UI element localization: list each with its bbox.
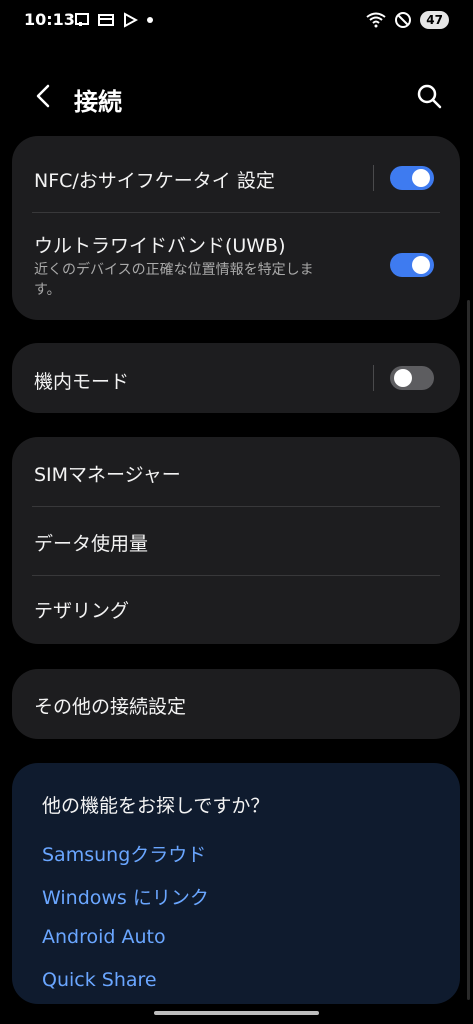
- wifi-icon: [366, 12, 386, 28]
- data-usage-row[interactable]: データ使用量: [12, 507, 460, 575]
- link-samsung-cloud[interactable]: Samsungクラウド: [42, 840, 206, 867]
- uwb-toggle[interactable]: [390, 253, 434, 277]
- airplane-mode-label: 機内モード: [34, 371, 130, 393]
- notification-app-icon: [75, 13, 89, 26]
- search-icon[interactable]: [415, 82, 443, 110]
- status-time: 10:13: [24, 10, 75, 29]
- data-usage-label: データ使用量: [34, 533, 149, 555]
- airplane-mode-toggle[interactable]: [390, 366, 434, 390]
- scrollbar[interactable]: [467, 300, 470, 1000]
- toggle-knob: [412, 169, 430, 187]
- link-quick-share[interactable]: Quick Share: [42, 969, 157, 991]
- home-indicator[interactable]: [154, 1011, 319, 1015]
- settings-group-nfc-uwb: NFC/おサイフケータイ 設定 ウルトラワイドバンド(UWB) 近くのデバイスの…: [12, 136, 460, 320]
- status-bar: 10:13 47: [0, 0, 473, 44]
- toggle-separator: [373, 365, 374, 391]
- sim-manager-row[interactable]: SIMマネージャー: [12, 437, 460, 506]
- tethering-label: テザリング: [34, 600, 130, 622]
- airplane-mode-row[interactable]: 機内モード: [12, 343, 460, 413]
- notification-dot-icon: [147, 17, 153, 23]
- mute-icon: [395, 12, 412, 28]
- uwb-setting-row[interactable]: ウルトラワイドバンド(UWB) 近くのデバイスの正確な位置情報を特定します。: [12, 213, 460, 320]
- app-bar: 接続: [0, 70, 473, 126]
- suggestions-title: 他の機能をお探しですか？: [42, 795, 270, 817]
- nfc-setting-row[interactable]: NFC/おサイフケータイ 設定: [12, 136, 460, 212]
- suggestions-card: 他の機能をお探しですか？ Samsungクラウド Windows にリンク An…: [12, 763, 460, 1004]
- other-connection-settings-label: その他の接続設定: [34, 696, 187, 718]
- battery-indicator: 47: [420, 11, 449, 29]
- uwb-description: 近くのデバイスの正確な位置情報を特定します。: [34, 262, 314, 298]
- toggle-separator: [373, 165, 374, 191]
- link-android-auto[interactable]: Android Auto: [42, 926, 166, 948]
- back-icon[interactable]: [30, 82, 58, 110]
- settings-group-sim-data: SIMマネージャー データ使用量 テザリング: [12, 437, 460, 644]
- sim-manager-label: SIMマネージャー: [34, 464, 181, 486]
- uwb-label: ウルトラワイドバンド(UWB): [34, 235, 286, 257]
- settings-group-airplane: 機内モード: [12, 343, 460, 413]
- settings-group-other: その他の接続設定: [12, 669, 460, 739]
- link-windows[interactable]: Windows にリンク: [42, 883, 209, 910]
- other-connection-settings-row[interactable]: その他の接続設定: [12, 669, 460, 739]
- toggle-knob: [412, 256, 430, 274]
- notification-icons: [74, 12, 154, 28]
- tethering-row[interactable]: テザリング: [12, 576, 460, 644]
- nfc-toggle[interactable]: [390, 166, 434, 190]
- toggle-knob: [394, 369, 412, 387]
- nfc-label: NFC/おサイフケータイ 設定: [34, 170, 275, 192]
- notification-card-icon: [98, 14, 114, 26]
- notification-play-icon: [124, 12, 138, 28]
- system-icons: 47: [366, 11, 449, 29]
- page-title: 接続: [74, 88, 122, 116]
